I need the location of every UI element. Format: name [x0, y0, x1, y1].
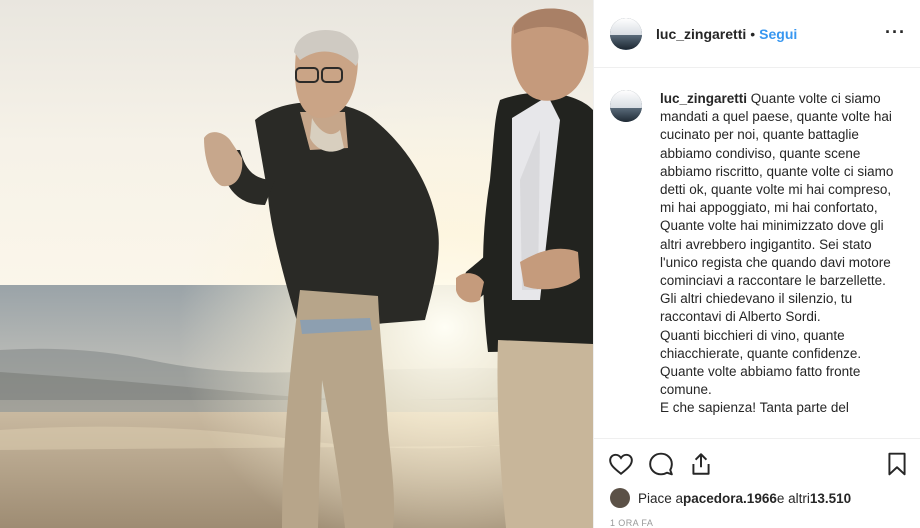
- likes-count-link[interactable]: 13.510: [810, 491, 851, 506]
- caption-line: Quante volte abbiamo fatto fronte comune…: [660, 364, 861, 398]
- caption-username[interactable]: luc_zingaretti: [660, 91, 747, 106]
- caption-avatar[interactable]: [610, 90, 642, 122]
- caption-line: Quante volte ci siamo mandati a quel pae…: [660, 91, 894, 216]
- follow-button[interactable]: Segui: [759, 26, 797, 42]
- caption-line: Quante volte hai minimizzato dove gli al…: [660, 218, 891, 289]
- caption-row: luc_zingaretti Quante volte ci siamo man…: [594, 68, 920, 418]
- beach-photo-image: [0, 0, 593, 528]
- comments-area[interactable]: luc_zingaretti Quante volte ci siamo man…: [594, 68, 920, 438]
- comment-icon[interactable]: [648, 451, 674, 477]
- caption-line: Gli altri chiedevano il silenzio, tu rac…: [660, 291, 853, 325]
- instagram-post: luc_zingaretti • Segui ··· luc_zingarett…: [0, 0, 920, 528]
- heart-icon[interactable]: [608, 451, 634, 477]
- action-icons: [594, 439, 920, 489]
- post-sidebar: luc_zingaretti • Segui ··· luc_zingarett…: [593, 0, 920, 528]
- share-icon[interactable]: [688, 451, 714, 477]
- likes-prefix: Piace a: [638, 490, 684, 506]
- likes-user-link[interactable]: pacedora.1966: [683, 491, 777, 506]
- bookmark-icon[interactable]: [884, 451, 910, 477]
- caption-line: Quanti bicchieri di vino, quante chiacch…: [660, 327, 862, 361]
- post-timestamp[interactable]: 1 ORA FA: [610, 518, 653, 528]
- likes-summary: Piace a pacedora.1966 e altri 13.510: [610, 488, 851, 508]
- likes-middle: e altri: [776, 490, 810, 506]
- separator-dot: •: [750, 25, 756, 42]
- post-header: luc_zingaretti • Segui ···: [594, 0, 920, 68]
- more-options-icon[interactable]: ···: [885, 22, 906, 43]
- username-link[interactable]: luc_zingaretti: [656, 26, 746, 42]
- action-bar: Piace a pacedora.1966 e altri 13.510 1 O…: [594, 438, 920, 528]
- caption-text: luc_zingaretti Quante volte ci siamo man…: [660, 90, 904, 418]
- caption-line: E che sapienza! Tanta parte del: [660, 400, 849, 416]
- liker-avatar[interactable]: [610, 488, 630, 508]
- post-photo[interactable]: [0, 0, 593, 528]
- profile-avatar[interactable]: [610, 17, 642, 50]
